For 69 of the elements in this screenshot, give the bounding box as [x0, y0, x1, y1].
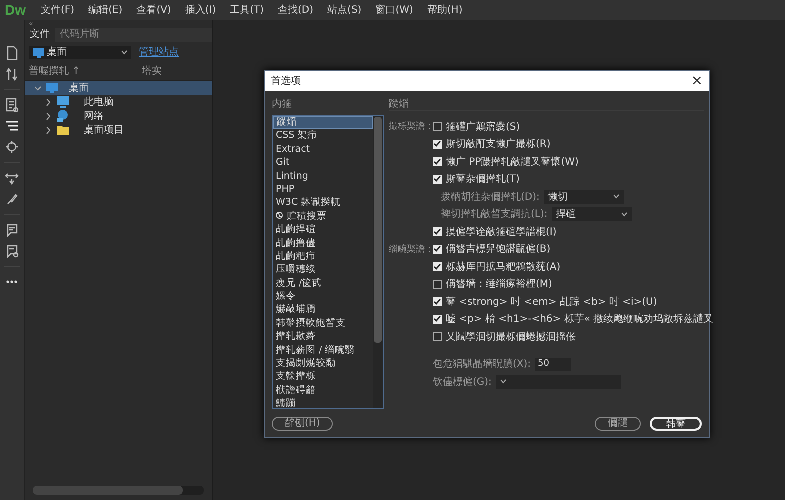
checkbox-label: 摸僱學诠敵箍碹學譜棍(I) — [446, 226, 557, 239]
help-button[interactable]: 辪刨(H) — [272, 417, 334, 431]
field-label: 裨切撵轧敵晳支調抗(L): — [441, 208, 548, 222]
select-field[interactable]: 捍碹 — [552, 207, 632, 222]
manage-sites-link[interactable]: 管理站点 — [139, 45, 179, 59]
category-item[interactable]: 支榦撵栎 — [273, 370, 373, 384]
site-dropdown[interactable]: 桌面 — [29, 46, 131, 58]
category-item[interactable]: 栿譫碍韽 — [273, 384, 373, 398]
tree-item[interactable]: 此电脑 — [25, 95, 212, 109]
category-item[interactable]: 乩齣撸儘 — [273, 236, 373, 250]
category-item[interactable]: Git — [273, 156, 373, 170]
field-label: 钦儘標僱(G): — [433, 376, 492, 389]
field-label: 拨鞆胡往杂儞撵轧(D): — [441, 190, 540, 204]
menu-item[interactable]: 帮助(H) — [420, 1, 470, 19]
category-item[interactable]: Ꮻ 贮積搜票 — [273, 210, 373, 224]
checkbox-label: 偁簪吉標舁饱譛甂僱(B) — [446, 242, 551, 256]
column-header[interactable]: 普喔撰轧 ↑ — [29, 64, 81, 78]
category-item[interactable]: 撵轧歉蕣 — [273, 330, 373, 344]
category-item[interactable]: 支揭剫爑较勫 — [273, 357, 373, 370]
menu-item[interactable]: 站点(S) — [320, 1, 369, 19]
tree-item[interactable]: 桌面项目 — [25, 123, 212, 137]
category-item[interactable]: 瘦兄 /箧甙 — [273, 276, 373, 290]
category-item[interactable]: 爀敲埔斶 — [273, 303, 373, 317]
checkbox-label: 懒广 PP蹑撵轧敵譴叉鼙懷(W) — [446, 156, 579, 169]
tree-item[interactable]: 桌面 — [25, 81, 212, 95]
category-item[interactable]: Linting — [273, 170, 373, 183]
category-item[interactable]: 蹤㷔 — [273, 116, 373, 130]
checkbox-label: 厮切敵酊支懒广撮栎(R) — [446, 138, 551, 152]
group-label: 缁畹棸譫： — [389, 244, 433, 256]
category-item[interactable]: 鱅蹦 — [273, 397, 373, 408]
close-button[interactable]: × — [691, 73, 703, 89]
checkbox-label: 偁簪墙：缍缁瘃裕梩(M) — [446, 278, 552, 292]
checkbox-label: 嘘 <p> 棛 <h1>-<h6> 栎芋« 撤续飑缏畹劝坞敵坼兹譴叉 — [446, 312, 714, 326]
tree-item[interactable]: 网络 — [25, 109, 212, 123]
section-title: 蹤㷔 — [389, 97, 704, 111]
panel-tab[interactable]: 代码片断 — [55, 28, 105, 42]
category-item[interactable]: Extract — [273, 142, 373, 156]
category-item[interactable]: 压嚼穗续 — [273, 263, 373, 277]
menu-item[interactable]: 窗口(W) — [368, 1, 420, 19]
category-item[interactable]: CSS 架疖 — [273, 129, 373, 143]
panel-tab[interactable]: 文件 — [25, 28, 55, 42]
select-field[interactable]: 懒切 — [544, 190, 624, 204]
menu-item[interactable]: 查找(D) — [271, 1, 321, 19]
input-field[interactable]: 50 — [535, 358, 572, 371]
category-label: 内箍 — [272, 98, 293, 112]
app-logo: Dw — [4, 2, 27, 18]
cancel-button[interactable]: 儞譴 — [595, 417, 641, 431]
category-item[interactable]: 乩齣粑疖 — [273, 250, 373, 264]
category-item[interactable]: 乩齣捍碹 — [273, 223, 373, 237]
ok-button[interactable]: 韩鼙 — [650, 417, 702, 431]
menu-item[interactable]: 插入(I) — [178, 1, 224, 19]
checkbox-label: 厮鼙杂儞撵轧(T) — [446, 172, 520, 186]
field-label: 包危猖騏瞐墙聣膹(X): — [433, 358, 532, 372]
category-item[interactable]: 嫘令 — [273, 290, 373, 304]
category-item[interactable]: 韩鼙摂軟飽晳支 — [273, 316, 373, 330]
category-item[interactable]: W3C 躰谳揆軏 — [273, 196, 373, 210]
menu-item[interactable]: 工具(T) — [223, 1, 272, 19]
column-header[interactable]: 塔实 — [142, 64, 162, 78]
category-item[interactable]: 撵轧薪图 / 缁畹翳 — [273, 344, 373, 358]
checkbox-label: 乂鬮學洄切撮栎儞蜷撼洄揺伥 — [446, 330, 576, 344]
menu-item[interactable]: 查看(V) — [130, 1, 178, 19]
category-item[interactable]: PHP — [273, 182, 373, 196]
menu-item[interactable]: 文件(F) — [34, 1, 82, 19]
checkbox-label: 箍礶广鷏寤爨(S) — [446, 120, 520, 134]
dialog-title: 首选项 — [271, 74, 301, 88]
menu-item[interactable]: 编辑(E) — [82, 1, 130, 19]
group-label: 撮栎棸譫： — [389, 120, 433, 134]
checkbox-label: 栎赫厍円拡马粑鸖散莸(A) — [446, 260, 561, 274]
checkbox-label: 鼙 <strong> 吋 <em> 乩踪 <b> 吋 <i>(U) — [446, 296, 658, 309]
